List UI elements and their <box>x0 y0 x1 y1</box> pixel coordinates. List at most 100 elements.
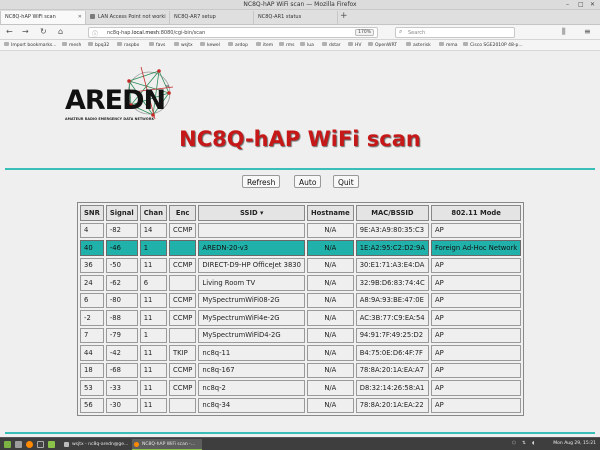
bookmark-folder[interactable]: asterisk <box>406 42 431 48</box>
info-icon[interactable]: ⓘ <box>92 29 98 38</box>
bookmark-folder[interactable]: wsjtx <box>174 42 193 48</box>
tab-ar1-status[interactable]: NC8Q-AR1 status <box>254 11 338 24</box>
minimize-button[interactable]: – <box>566 1 569 8</box>
bookmark-folder[interactable]: HV <box>348 42 361 48</box>
forward-button[interactable]: → <box>22 27 29 36</box>
cell-chan: 11 <box>139 292 167 308</box>
bookmark-folder[interactable]: OpenWRT <box>368 42 397 48</box>
cell-hostname: N/A <box>306 275 354 291</box>
folder-icon <box>300 42 305 46</box>
back-button[interactable]: ← <box>6 27 13 36</box>
cell-chan: 11 <box>139 257 167 273</box>
column-header-hostname[interactable]: Hostname <box>306 205 354 221</box>
cell-hostname: N/A <box>306 327 354 343</box>
update-tray-icon[interactable]: ⬡ <box>512 441 516 446</box>
home-button[interactable]: ⌂ <box>58 27 63 36</box>
window-title: NC8Q-hAP WiFi scan — Mozilla Firefox <box>243 1 357 8</box>
tab-wifi-scan[interactable]: NC8Q-hAP WiFi scan ✕ <box>0 11 86 24</box>
cell-snr: 36 <box>80 257 104 273</box>
volume-tray-icon[interactable]: ◖ <box>532 441 534 446</box>
favicon-icon <box>90 14 95 19</box>
cell-chan: 11 <box>139 310 167 326</box>
cell-signal: -46 <box>105 240 138 256</box>
maximize-button[interactable]: □ <box>578 1 584 8</box>
url-path: :8080/cgi-bin/scan <box>159 30 206 36</box>
folder-icon <box>174 42 179 46</box>
tab-bar: NC8Q-hAP WiFi scan ✕ LAN Access Point no… <box>0 10 600 25</box>
bookmark-folder[interactable]: item <box>256 42 273 48</box>
page-content: AREDN™ AMATEUR RADIO EMERGENCY DATA NETW… <box>0 51 600 437</box>
cell-signal: -82 <box>105 222 138 238</box>
bookmark-folder[interactable]: ardop <box>228 42 248 48</box>
column-header-mac[interactable]: MAC/BSSID <box>355 205 430 221</box>
close-tab-icon[interactable]: ✕ <box>78 14 82 20</box>
cell-chan: 11 <box>139 345 167 361</box>
logo-wordmark: AREDN™ <box>65 85 170 116</box>
refresh-button[interactable]: Refresh <box>242 175 281 188</box>
cell-mac: A8:9A:93:BE:47:0E <box>355 292 430 308</box>
cell-ssid: nc8q-34 <box>198 397 305 413</box>
cell-chan: 11 <box>139 397 167 413</box>
menu-icon[interactable]: ≡ <box>584 27 591 36</box>
bookmark-folder[interactable]: dstar <box>322 42 341 48</box>
tab-lan-access-point[interactable]: LAN Access Point not worki <box>86 11 170 24</box>
cell-hostname: N/A <box>306 292 354 308</box>
tab-ar7-setup[interactable]: NC8Q-AR7 setup <box>170 11 254 24</box>
bookmark-folder[interactable]: lua <box>300 42 314 48</box>
cell-enc: CCMP <box>168 257 197 273</box>
cell-mode: AP <box>431 257 522 273</box>
folder-icon <box>149 42 154 46</box>
cell-enc: CCMP <box>168 310 197 326</box>
cell-mac: 30:E1:71:A3:E4:DA <box>355 257 430 273</box>
page-title: NC8Q-hAP WiFi scan <box>179 127 421 151</box>
search-input[interactable]: ⌕ Search <box>395 27 515 38</box>
search-icon: ⌕ <box>399 28 403 35</box>
bookmark-folder[interactable]: rms <box>279 42 295 48</box>
library-icon[interactable]: ⫼ <box>562 27 566 37</box>
network-tray-icon[interactable]: ⇅ <box>522 441 526 446</box>
cell-chan: 6 <box>139 275 167 291</box>
column-header-ssid[interactable]: SSID ▾ <box>198 205 305 221</box>
column-header-signal[interactable]: Signal <box>105 205 138 221</box>
start-menu-icon[interactable] <box>4 441 11 448</box>
show-desktop-icon[interactable] <box>15 441 22 448</box>
files-launcher-icon[interactable] <box>48 441 55 448</box>
bookmark-folder[interactable]: bpq32 <box>88 42 109 48</box>
aredn-logo: AREDN™ AMATEUR RADIO EMERGENCY DATA NETW… <box>64 63 174 129</box>
url-bar[interactable]: ⓘ nc8q-hap.local.mesh:8080/cgi-bin/scan … <box>88 27 378 38</box>
column-header-snr[interactable]: SNR <box>80 205 104 221</box>
new-tab-button[interactable]: + <box>340 11 348 21</box>
reload-button[interactable]: ↻ <box>40 27 47 36</box>
cell-snr: 4 <box>80 222 104 238</box>
cell-ssid: DIRECT-D9-HP OfficeJet 3830 <box>198 257 305 273</box>
cell-snr: 18 <box>80 362 104 378</box>
bookmark-folder[interactable]: raspbx <box>117 42 139 48</box>
cell-chan: 1 <box>139 327 167 343</box>
auto-button[interactable]: Auto <box>294 175 322 188</box>
cell-mac: AC:3B:77:C9:EA:54 <box>355 310 430 326</box>
terminal-icon <box>64 442 69 447</box>
bookmark-folder[interactable]: kewel <box>200 42 220 48</box>
close-window-button[interactable]: ✕ <box>590 1 595 8</box>
bookmark-folder[interactable]: mesh <box>62 42 81 48</box>
firefox-launcher-icon[interactable] <box>26 441 33 448</box>
bookmark-item[interactable]: Cisco SGE2010P 48-p... <box>463 42 523 48</box>
cell-ssid: MySpectrumWiFi08-2G <box>198 292 305 308</box>
taskbar-window-firefox[interactable]: NC8Q-hAP WiFi scan -... <box>132 439 202 450</box>
tab-label: LAN Access Point not worki <box>98 14 166 20</box>
column-header-chan[interactable]: Chan <box>139 205 167 221</box>
column-header-mode[interactable]: 802.11 Mode <box>431 205 522 221</box>
quit-button[interactable]: Quit <box>333 175 359 188</box>
terminal-launcher-icon[interactable] <box>37 441 44 448</box>
cell-signal: -62 <box>105 275 138 291</box>
bookmarks-bar: Import bookmarks... mesh bpq32 raspbx fa… <box>0 40 600 51</box>
taskbar-window-wsjtx[interactable]: wsjtx - nc8q-aredn@ge... <box>62 439 130 450</box>
cisco-icon <box>463 42 468 46</box>
cell-enc: CCMP <box>168 362 197 378</box>
bookmark-item[interactable]: Import bookmarks... <box>4 42 57 48</box>
column-header-enc[interactable]: Enc <box>168 205 197 221</box>
zoom-indicator[interactable]: 170% <box>355 29 374 36</box>
bookmark-folder[interactable]: favs <box>149 42 165 48</box>
cell-ssid: AREDN-20-v3 <box>198 240 305 256</box>
bookmark-folder[interactable]: mma <box>439 42 458 48</box>
